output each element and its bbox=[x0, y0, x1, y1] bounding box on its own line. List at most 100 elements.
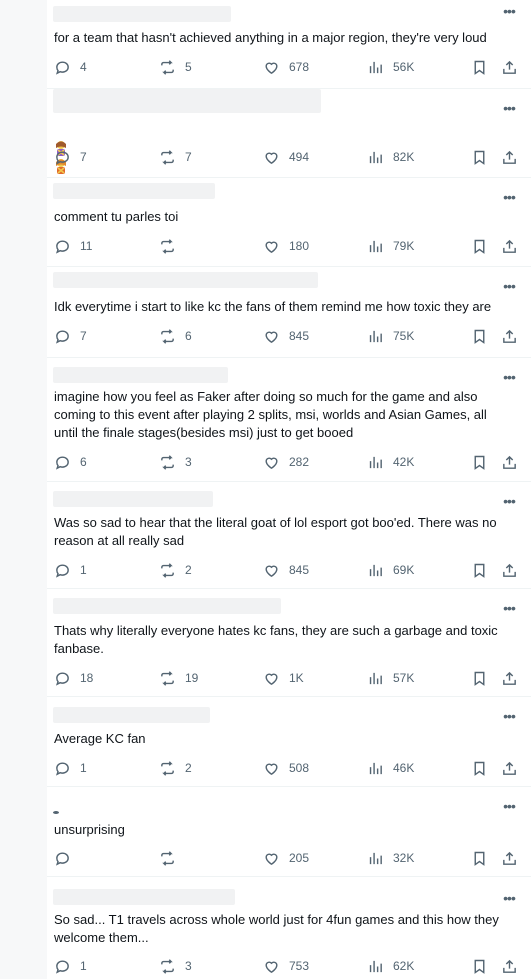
views-button[interactable]: 79K bbox=[367, 237, 414, 255]
bookmark-button[interactable] bbox=[471, 327, 488, 345]
views-button[interactable]: 75K bbox=[367, 327, 414, 345]
reply-button[interactable]: 11 bbox=[54, 237, 92, 255]
heart-icon bbox=[265, 152, 278, 164]
reply-button[interactable]: 18 bbox=[54, 669, 93, 687]
reply-button[interactable]: 7 bbox=[54, 148, 87, 166]
view-count: 56K bbox=[393, 60, 415, 74]
like-button[interactable]: 845 bbox=[263, 327, 309, 345]
like-button[interactable]: 282 bbox=[263, 453, 309, 471]
reply-button[interactable]: 1 bbox=[54, 957, 87, 975]
bookmark-button[interactable] bbox=[471, 561, 488, 579]
more-icon[interactable]: ••• bbox=[501, 709, 517, 723]
repost-button[interactable]: 5 bbox=[159, 58, 192, 76]
reply-button[interactable]: 4 bbox=[54, 58, 87, 76]
repost-button[interactable]: 3 bbox=[159, 957, 192, 975]
bookmark-button[interactable] bbox=[471, 669, 488, 687]
like-button[interactable]: 1K bbox=[263, 669, 304, 687]
like-button[interactable]: 845 bbox=[263, 561, 309, 579]
repost-icon bbox=[161, 149, 174, 165]
share-button[interactable] bbox=[501, 759, 518, 777]
repost-button[interactable] bbox=[159, 849, 185, 867]
post-text: Average KC fan bbox=[54, 731, 146, 746]
share-icon bbox=[503, 959, 516, 973]
like-button[interactable]: 494 bbox=[263, 148, 309, 166]
reply-button[interactable]: 1 bbox=[54, 561, 87, 579]
reply-post[interactable]: ••• Average KC fan 1 2 508 46K bbox=[47, 697, 531, 787]
reply-count: 1 bbox=[80, 563, 87, 577]
share-button[interactable] bbox=[501, 148, 518, 166]
reply-post[interactable]: ••• comment tu parles toi 11 180 79K bbox=[47, 178, 531, 267]
bookmark-button[interactable] bbox=[471, 148, 488, 166]
like-button[interactable]: 205 bbox=[263, 849, 309, 867]
reply-button[interactable] bbox=[54, 849, 80, 867]
share-button[interactable] bbox=[501, 58, 518, 76]
reply-post[interactable]: ••• So sad... T1 travels across whole wo… bbox=[47, 877, 531, 979]
reply-post[interactable]: ••• unsurprising 205 32K bbox=[47, 787, 531, 877]
bookmark-button[interactable] bbox=[471, 58, 488, 76]
bookmark-icon bbox=[474, 60, 485, 75]
post-text: for a team that hasn't achieved anything… bbox=[54, 30, 487, 45]
views-button[interactable]: 62K bbox=[367, 957, 414, 975]
like-button[interactable]: 678 bbox=[263, 58, 309, 76]
like-count: 205 bbox=[289, 851, 310, 865]
bookmark-icon bbox=[474, 761, 485, 776]
bookmark-button[interactable] bbox=[471, 849, 488, 867]
reply-post[interactable]: ••• for a team that hasn't achieved anyt… bbox=[47, 0, 531, 89]
bookmark-button[interactable] bbox=[471, 237, 488, 255]
reply-post[interactable]: ••• Thats why literally everyone hates k… bbox=[47, 589, 531, 697]
reply-button[interactable]: 6 bbox=[54, 453, 87, 471]
more-icon[interactable]: ••• bbox=[501, 190, 517, 204]
more-icon[interactable]: ••• bbox=[501, 494, 517, 508]
views-button[interactable]: 69K bbox=[367, 561, 414, 579]
like-button[interactable]: 508 bbox=[263, 759, 309, 777]
views-button[interactable]: 82K bbox=[367, 148, 414, 166]
bookmark-button[interactable] bbox=[471, 453, 488, 471]
more-icon[interactable]: ••• bbox=[501, 370, 517, 384]
share-button[interactable] bbox=[501, 561, 518, 579]
repost-button[interactable]: 2 bbox=[159, 561, 192, 579]
share-button[interactable] bbox=[501, 957, 518, 975]
views-button[interactable]: 57K bbox=[367, 669, 414, 687]
heart-icon bbox=[265, 331, 278, 343]
more-icon[interactable]: ••• bbox=[501, 279, 517, 293]
like-button[interactable]: 753 bbox=[263, 957, 309, 975]
repost-button[interactable]: 3 bbox=[159, 453, 192, 471]
repost-count: 19 bbox=[185, 671, 199, 685]
reply-count: 4 bbox=[80, 60, 87, 74]
bookmark-button[interactable] bbox=[471, 759, 488, 777]
bookmark-button[interactable] bbox=[471, 957, 488, 975]
share-icon bbox=[503, 761, 516, 775]
share-button[interactable] bbox=[501, 453, 518, 471]
repost-button[interactable]: 7 bbox=[159, 148, 192, 166]
repost-button[interactable]: 2 bbox=[159, 759, 192, 777]
views-icon bbox=[369, 672, 382, 684]
like-count: 845 bbox=[289, 329, 310, 343]
views-button[interactable]: 46K bbox=[367, 759, 414, 777]
repost-button[interactable]: 6 bbox=[159, 327, 192, 345]
more-icon[interactable]: ••• bbox=[501, 799, 517, 813]
reply-feed: ••• for a team that hasn't achieved anyt… bbox=[47, 0, 531, 979]
views-icon bbox=[369, 61, 382, 73]
reply-post[interactable]: ••• imagine how you feel as Faker after … bbox=[47, 358, 531, 482]
share-button[interactable] bbox=[501, 849, 518, 867]
reply-button[interactable]: 1 bbox=[54, 759, 87, 777]
repost-button[interactable]: 19 bbox=[159, 669, 198, 687]
share-button[interactable] bbox=[501, 327, 518, 345]
like-button[interactable]: 180 bbox=[263, 237, 309, 255]
repost-button[interactable] bbox=[159, 237, 185, 255]
more-icon[interactable]: ••• bbox=[501, 101, 517, 115]
share-button[interactable] bbox=[501, 237, 518, 255]
reply-post[interactable]: ••• Idk everytime i start to like kc the… bbox=[47, 267, 531, 358]
reply-post[interactable]: ••• 7 7 494 82K bbox=[47, 89, 531, 178]
more-icon[interactable]: ••• bbox=[501, 601, 517, 615]
post-actions: 1 2 845 69K bbox=[54, 561, 524, 579]
more-icon[interactable]: ••• bbox=[501, 891, 517, 905]
views-button[interactable]: 56K bbox=[367, 58, 414, 76]
share-button[interactable] bbox=[501, 669, 518, 687]
views-button[interactable]: 42K bbox=[367, 453, 414, 471]
reply-button[interactable]: 7 bbox=[54, 327, 87, 345]
reply-count: 7 bbox=[80, 329, 87, 343]
more-icon[interactable]: ••• bbox=[501, 4, 517, 18]
reply-post[interactable]: ••• Was so sad to hear that the literal … bbox=[47, 482, 531, 589]
views-button[interactable]: 32K bbox=[367, 849, 414, 867]
